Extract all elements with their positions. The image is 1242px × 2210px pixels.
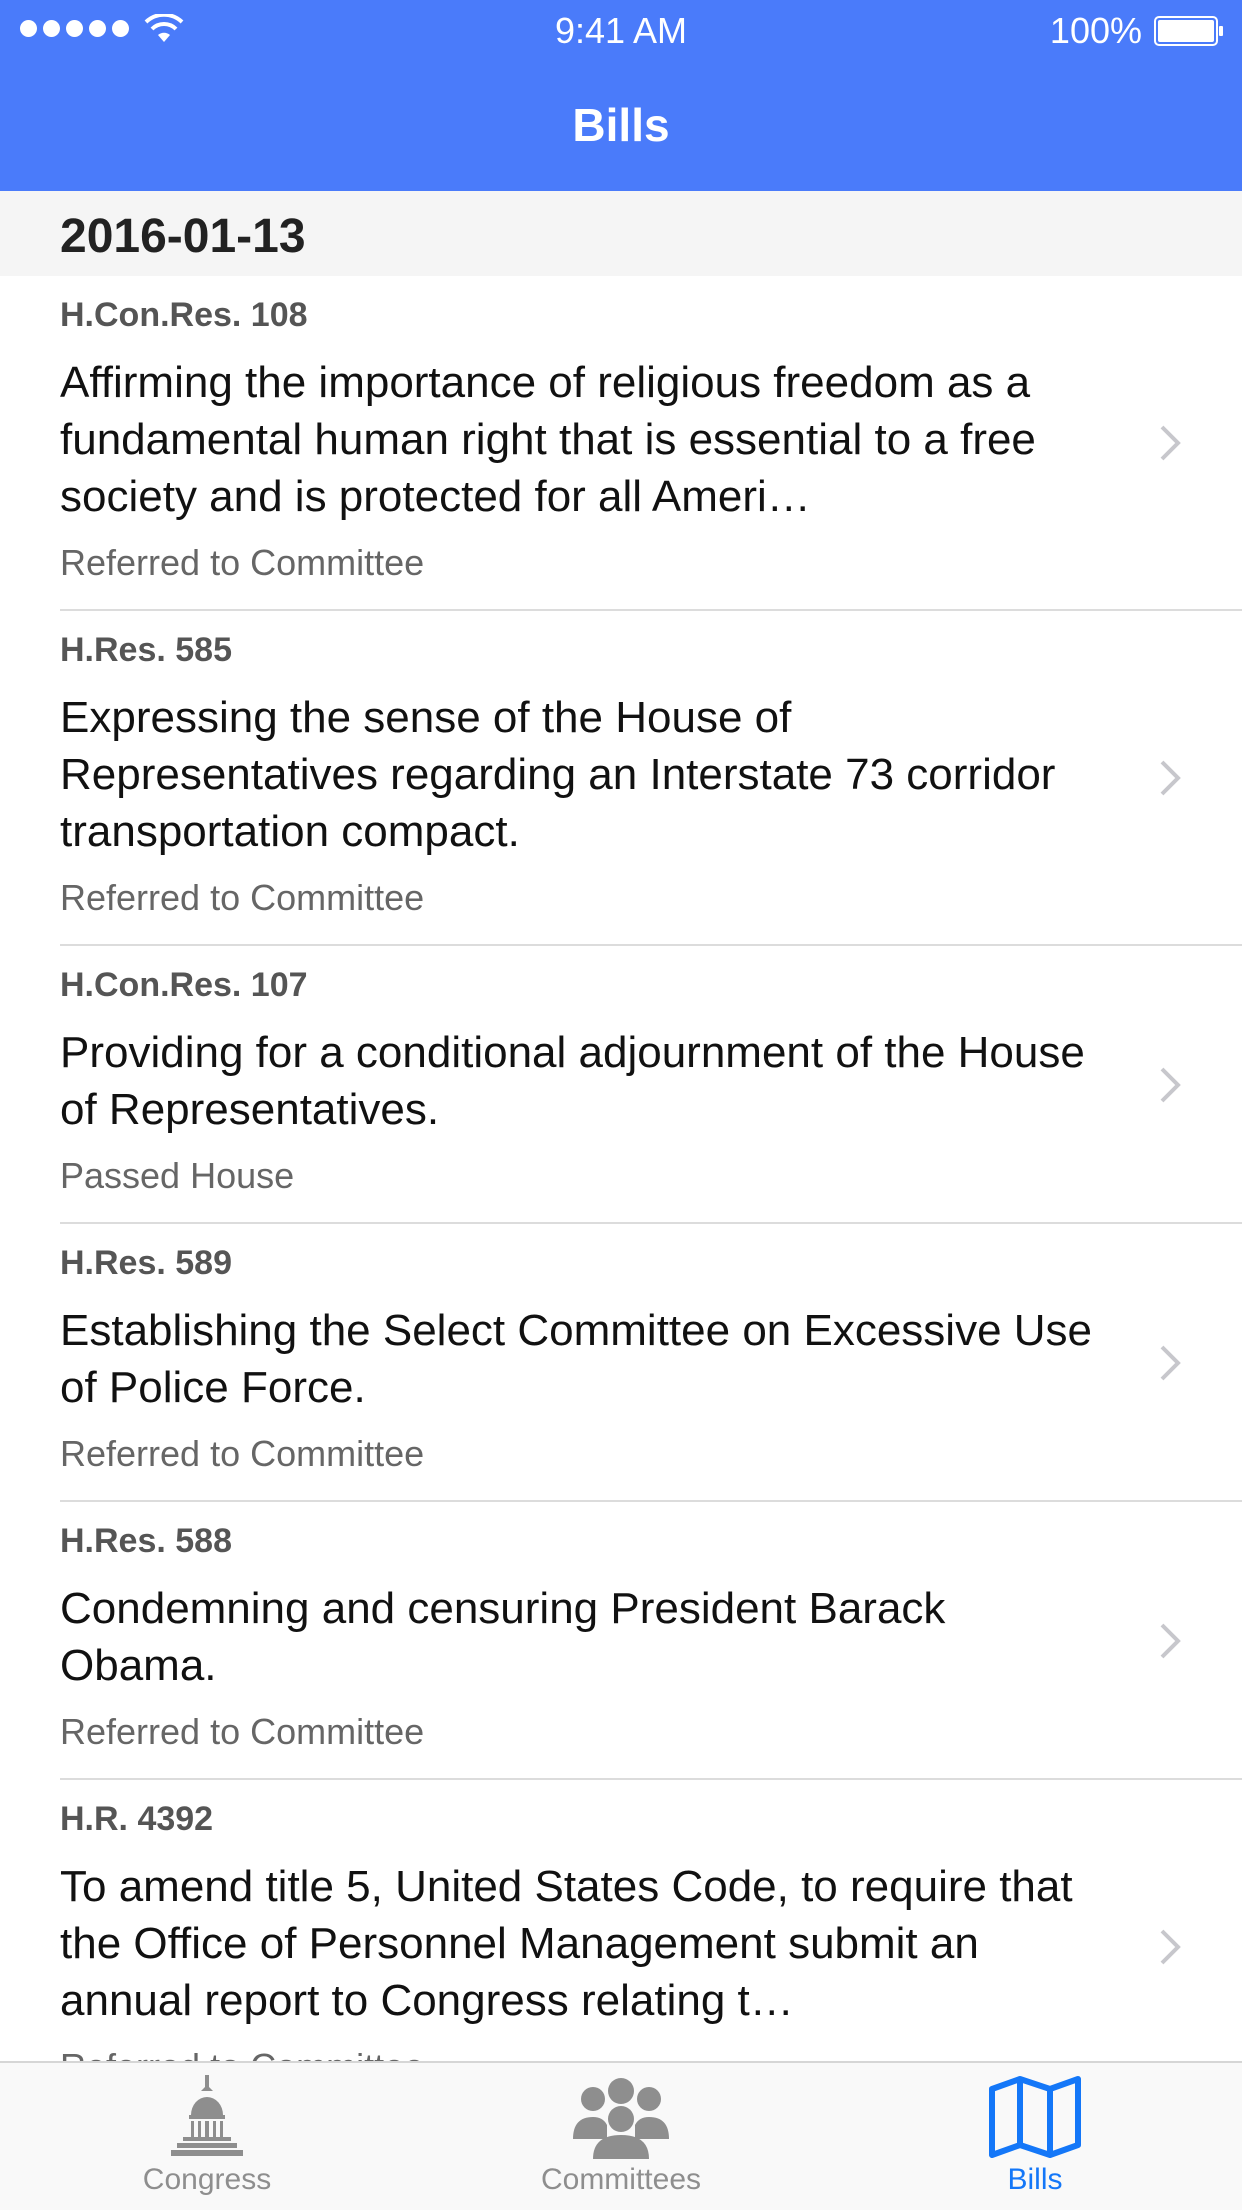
bill-number: H.Con.Res. 108 xyxy=(60,296,308,334)
tab-label: Committees xyxy=(540,2163,702,2196)
bill-number: H.Res. 588 xyxy=(60,1522,232,1560)
bill-title: To amend title 5, United States Code, to… xyxy=(60,1862,1073,2025)
bill-title: Establishing the Select Committee on Exc… xyxy=(60,1306,1093,1412)
bill-number: H.Res. 589 xyxy=(60,1244,232,1282)
bill-number: H.Res. 585 xyxy=(60,631,232,669)
bill-row[interactable]: H.Res. 588 Condemning and censuring Pres… xyxy=(0,1502,1242,1780)
bill-title: Affirming the importance of religious fr… xyxy=(60,358,1036,521)
chevron-right-icon xyxy=(1160,1929,1181,1965)
chevron-right-icon xyxy=(1160,1067,1181,1103)
bill-row[interactable]: H.Con.Res. 107 Providing for a condition… xyxy=(0,946,1242,1224)
tab-bills[interactable]: Bills xyxy=(828,2063,1242,2210)
map-icon xyxy=(989,2076,1081,2158)
bill-status: Referred to Committee xyxy=(60,2046,424,2061)
bill-row[interactable]: H.Res. 589 Establishing the Select Commi… xyxy=(0,1224,1242,1502)
tab-label: Bills xyxy=(1007,2163,1063,2196)
bill-row[interactable]: H.R. 4392 To amend title 5, United State… xyxy=(0,1780,1242,2061)
tab-bar: Congress Committees Bills xyxy=(0,2061,1242,2210)
bills-list[interactable]: H.Con.Res. 108 Affirming the importance … xyxy=(0,276,1242,2061)
chevron-right-icon xyxy=(1160,760,1181,796)
chevron-right-icon xyxy=(1160,425,1181,461)
bill-title: Expressing the sense of the House of Rep… xyxy=(60,693,1056,856)
bill-status: Referred to Committee xyxy=(60,542,425,583)
battery-percentage: 100% xyxy=(1049,10,1142,51)
page-title: Bills xyxy=(572,99,670,151)
tab-congress[interactable]: Congress xyxy=(0,2063,414,2210)
chevron-right-icon xyxy=(1160,1623,1181,1659)
group-icon xyxy=(573,2078,669,2159)
section-date: 2016-01-13 xyxy=(60,210,306,263)
tab-label: Congress xyxy=(142,2163,272,2196)
chevron-right-icon xyxy=(1160,1345,1181,1381)
bill-status: Referred to Committee xyxy=(60,877,425,918)
battery-icon xyxy=(1154,16,1223,46)
bill-status: Passed House xyxy=(60,1155,295,1196)
bill-title: Condemning and censuring President Barac… xyxy=(60,1584,946,1690)
bill-row[interactable]: H.Res. 585 Expressing the sense of the H… xyxy=(0,611,1242,946)
bill-number: H.Con.Res. 107 xyxy=(60,966,308,1004)
bill-status: Referred to Committee xyxy=(60,1711,425,1752)
bill-status: Referred to Committee xyxy=(60,1433,425,1474)
section-header-date: 2016-01-13 xyxy=(0,191,1242,276)
tab-committees[interactable]: Committees xyxy=(414,2063,828,2210)
navigation-header: 9:41 AM 100% Bills xyxy=(0,0,1242,191)
bill-row[interactable]: H.Con.Res. 108 Affirming the importance … xyxy=(0,276,1242,611)
status-bar: 9:41 AM 100% xyxy=(0,0,1242,60)
bill-title: Providing for a conditional adjournment … xyxy=(60,1028,1085,1134)
capitol-icon xyxy=(171,2075,243,2156)
bill-number: H.R. 4392 xyxy=(60,1800,214,1838)
